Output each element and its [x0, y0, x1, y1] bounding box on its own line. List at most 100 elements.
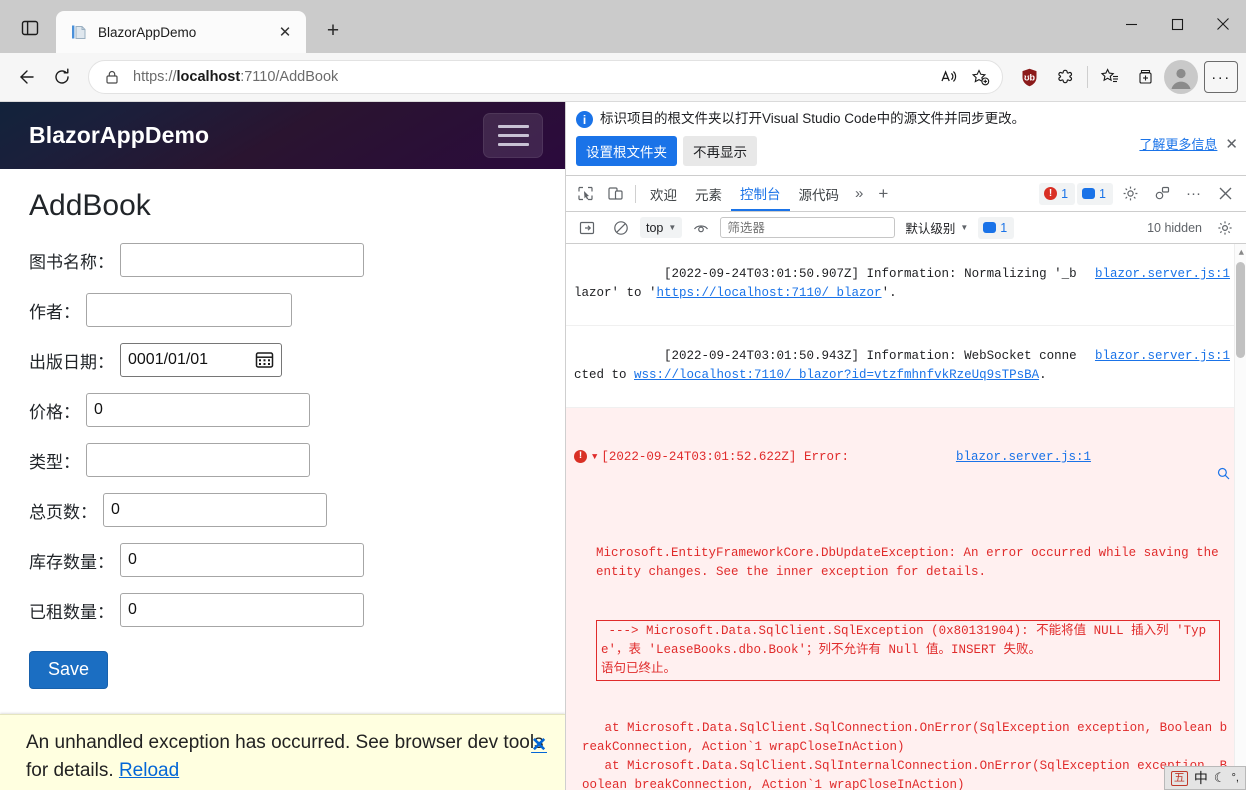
page-body: AddBook 图书名称： 作者： 出版日期： 0001/01/01 价格： 0… [0, 169, 565, 689]
ublock-origin-icon[interactable]: ʊb [1011, 60, 1047, 94]
error-header-text: [2022-09-24T03:01:52.622Z] Error: [601, 450, 849, 464]
web-page-content: BlazorAppDemo AddBook 图书名称： 作者： 出版日期： 00… [0, 102, 566, 790]
lock-icon [103, 68, 121, 86]
expand-caret-icon[interactable]: ▼ [592, 451, 597, 465]
info-icon: i [576, 111, 593, 128]
field-row-total-pages: 总页数： [29, 493, 565, 527]
ime-moon-icon[interactable]: ☾ [1214, 770, 1226, 786]
tab-search-icon[interactable] [10, 8, 50, 48]
maximize-button[interactable] [1154, 0, 1200, 48]
scroll-up-arrow-icon[interactable]: ▲ [1239, 247, 1244, 261]
console-sidebar-toggle-icon[interactable] [572, 214, 602, 242]
browser-tab[interactable]: BlazorAppDemo ✕ [56, 11, 306, 53]
console-info-badge[interactable]: 1 [978, 216, 1015, 239]
log-source-link[interactable]: blazor.server.js:1 [1095, 265, 1230, 284]
extensions-icon[interactable] [1047, 60, 1083, 94]
input-author[interactable] [86, 293, 292, 327]
reload-link[interactable]: Reload [119, 760, 179, 781]
url-text: https://localhost:7110/AddBook [133, 69, 339, 85]
navbar-toggle-button[interactable] [483, 113, 543, 158]
inspect-element-icon[interactable] [570, 180, 600, 208]
error-source-link[interactable]: blazor.server.js:1 [956, 448, 1091, 467]
set-root-folder-button[interactable]: 设置根文件夹 [576, 136, 677, 166]
more-tabs-icon[interactable]: » [848, 185, 870, 202]
back-arrow-icon[interactable] [8, 60, 44, 94]
add-favorite-icon[interactable] [964, 62, 996, 92]
input-leased-count[interactable] [120, 593, 364, 627]
console-error-row[interactable]: ! ▼ [2022-09-24T03:01:52.622Z] Error: bl… [566, 408, 1234, 790]
live-expression-icon[interactable] [686, 214, 716, 242]
field-row-publish-date: 出版日期： [29, 343, 565, 377]
console-log-row[interactable]: blazor.server.js:1 [2022-09-24T03:01:50.9… [566, 244, 1234, 326]
js-context-value: top [646, 220, 664, 235]
input-total-pages[interactable] [103, 493, 327, 527]
devtools-header-right: ! 1 1 ··· [1039, 180, 1242, 208]
blazor-error-banner: An unhandled exception has occurred. See… [0, 714, 565, 790]
log-text-segment: . [1039, 368, 1047, 382]
ime-indicator-tray[interactable]: 五 中 ☾ °, [1163, 766, 1246, 790]
devtools-tabbar: 欢迎 元素 控制台 源代码 » + ! 1 1 ··· [566, 176, 1246, 212]
label-publish-date: 出版日期： [29, 352, 114, 372]
input-stock-count[interactable] [120, 543, 364, 577]
label-book-name: 图书名称： [29, 252, 114, 272]
dock-side-icon[interactable] [1147, 180, 1177, 208]
collections-icon[interactable] [1128, 60, 1164, 94]
console-settings-gear-icon[interactable] [1210, 214, 1240, 242]
log-level-value: 默认级别 [905, 222, 956, 236]
profile-avatar-icon[interactable] [1164, 60, 1198, 94]
tab-console[interactable]: 控制台 [731, 176, 790, 211]
tab-sources[interactable]: 源代码 [790, 176, 849, 211]
tab-welcome[interactable]: 欢迎 [641, 176, 686, 211]
ime-language-indicator[interactable]: 中 [1194, 768, 1208, 788]
console-log-row[interactable]: blazor.server.js:1 [2022-09-24T03:01:50.9… [566, 326, 1234, 408]
window-controls [1108, 0, 1246, 48]
console-log-area[interactable]: blazor.server.js:1 [2022-09-24T03:01:50.9… [566, 244, 1246, 790]
error-count-badge[interactable]: ! 1 [1039, 182, 1076, 205]
hamburger-bar [497, 143, 529, 146]
close-devtools-icon[interactable] [1210, 180, 1240, 208]
log-link-segment[interactable]: wss://localhost:7110/_blazor?id=vtzfmhnf… [634, 368, 1039, 382]
add-tab-icon[interactable]: + [870, 184, 896, 204]
app-brand[interactable]: BlazorAppDemo [29, 122, 209, 149]
close-window-button[interactable] [1200, 0, 1246, 48]
input-book-name[interactable] [120, 243, 364, 277]
console-scrollbar[interactable]: ▲ [1234, 244, 1246, 790]
info-count-badge[interactable]: 1 [1077, 182, 1113, 205]
blazor-error-text: An unhandled exception has occurred. See… [26, 732, 544, 781]
infobar-buttons: 设置根文件夹 不再显示 [576, 136, 1236, 166]
log-text-segment: '. [881, 286, 897, 300]
input-type[interactable] [86, 443, 310, 477]
log-level-select[interactable]: 默认级别 ▼ [905, 218, 968, 237]
save-button[interactable]: Save [29, 651, 109, 689]
scrollbar-thumb[interactable] [1236, 262, 1245, 358]
ime-punctuation-icon[interactable]: °, [1232, 772, 1239, 784]
tab-elements[interactable]: 元素 [686, 176, 731, 211]
clear-console-icon[interactable] [606, 214, 636, 242]
dont-show-again-button[interactable]: 不再显示 [683, 136, 757, 166]
devtools-more-icon[interactable]: ··· [1179, 185, 1208, 202]
log-source-link[interactable]: blazor.server.js:1 [1095, 347, 1230, 366]
reload-icon[interactable] [44, 60, 80, 94]
close-tab-icon[interactable]: ✕ [272, 19, 298, 45]
address-bar[interactable]: https://localhost:7110/AddBook [88, 60, 1003, 94]
info-dot-icon [983, 222, 997, 233]
log-link-segment[interactable]: https://localhost:7110/_blazor [657, 286, 882, 300]
dismiss-error-button[interactable]: ✕ [531, 732, 547, 760]
console-toolbar: top ▼ 默认级别 ▼ 1 10 hidden [566, 212, 1246, 244]
app-navbar: BlazorAppDemo [0, 102, 565, 169]
favorites-list-icon[interactable] [1092, 60, 1128, 94]
read-aloud-icon[interactable] [932, 62, 964, 92]
calendar-icon[interactable] [255, 350, 274, 369]
ime-mode-icon[interactable]: 五 [1170, 770, 1188, 786]
close-infobar-icon[interactable]: ✕ [1225, 135, 1238, 153]
new-tab-button[interactable]: + [316, 14, 350, 48]
console-filter-input[interactable] [720, 217, 896, 238]
search-error-icon[interactable] [1097, 448, 1230, 506]
js-context-select[interactable]: top ▼ [640, 217, 683, 238]
minimize-button[interactable] [1108, 0, 1154, 48]
learn-more-link[interactable]: 了解更多信息 [1139, 134, 1217, 153]
browser-settings-more-button[interactable]: ··· [1204, 61, 1238, 93]
input-price[interactable] [86, 393, 310, 427]
settings-gear-icon[interactable] [1115, 180, 1145, 208]
device-toolbar-icon[interactable] [600, 180, 630, 208]
